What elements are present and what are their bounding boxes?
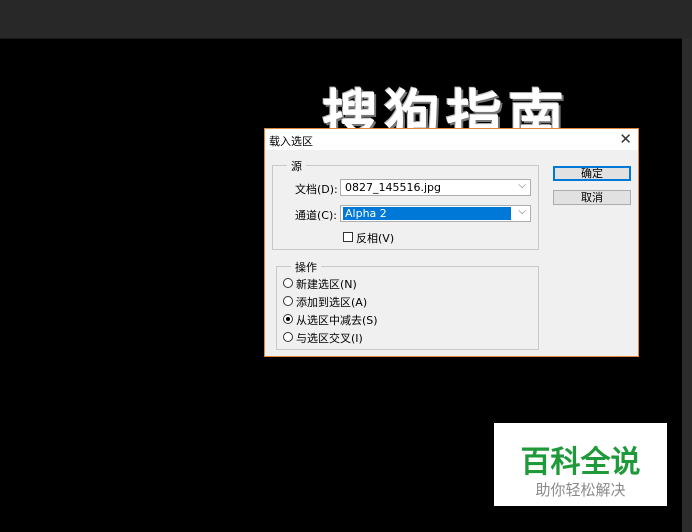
channel-select-value: Alpha 2 — [343, 207, 511, 220]
load-selection-dialog: 载入选区 ✕ 源 文档(D): 0827_145516.jpg ⌵ 通道(C):… — [264, 128, 639, 357]
radio-add-to-selection[interactable] — [283, 296, 293, 306]
chevron-down-icon: ⌵ — [518, 180, 526, 191]
document-label: 文档(D): — [295, 183, 338, 196]
dialog-titlebar[interactable]: 载入选区 ✕ — [265, 129, 638, 150]
add-to-selection-label: 添加到选区(A) — [296, 296, 368, 309]
chevron-down-icon: ⌵ — [518, 206, 526, 217]
invert-checkbox[interactable] — [343, 232, 353, 242]
operation-legend: 操作 — [291, 259, 321, 275]
channel-select[interactable]: Alpha 2 ⌵ — [340, 205, 531, 222]
invert-label: 反相(V) — [356, 232, 395, 245]
subtract-from-selection-label: 从选区中减去(S) — [296, 314, 378, 327]
dialog-title: 载入选区 — [269, 135, 313, 148]
radio-subtract-from-selection[interactable] — [283, 314, 293, 324]
intersect-with-selection-label: 与选区交叉(I) — [296, 332, 363, 345]
canvas-title-text: 搜狗指南 — [322, 85, 570, 132]
radio-new-selection[interactable] — [283, 278, 293, 288]
ok-button[interactable]: 确定 — [553, 166, 631, 181]
new-selection-label: 新建选区(N) — [296, 278, 357, 291]
watermark-subtitle: 助你轻松解决 — [535, 481, 626, 499]
app-top-bar — [0, 0, 692, 39]
watermark-title: 百科全说 — [520, 445, 641, 480]
document-select-value: 0827_145516.jpg — [345, 181, 442, 194]
document-select[interactable]: 0827_145516.jpg ⌵ — [340, 179, 531, 196]
cancel-button[interactable]: 取消 — [553, 190, 631, 205]
radio-intersect-with-selection[interactable] — [283, 332, 293, 342]
right-panel-strip — [682, 38, 692, 532]
source-legend: 源 — [287, 158, 306, 174]
watermark-box: 百科全说 助你轻松解决 — [494, 423, 667, 506]
channel-label: 通道(C): — [295, 209, 337, 222]
close-icon[interactable]: ✕ — [619, 130, 632, 148]
